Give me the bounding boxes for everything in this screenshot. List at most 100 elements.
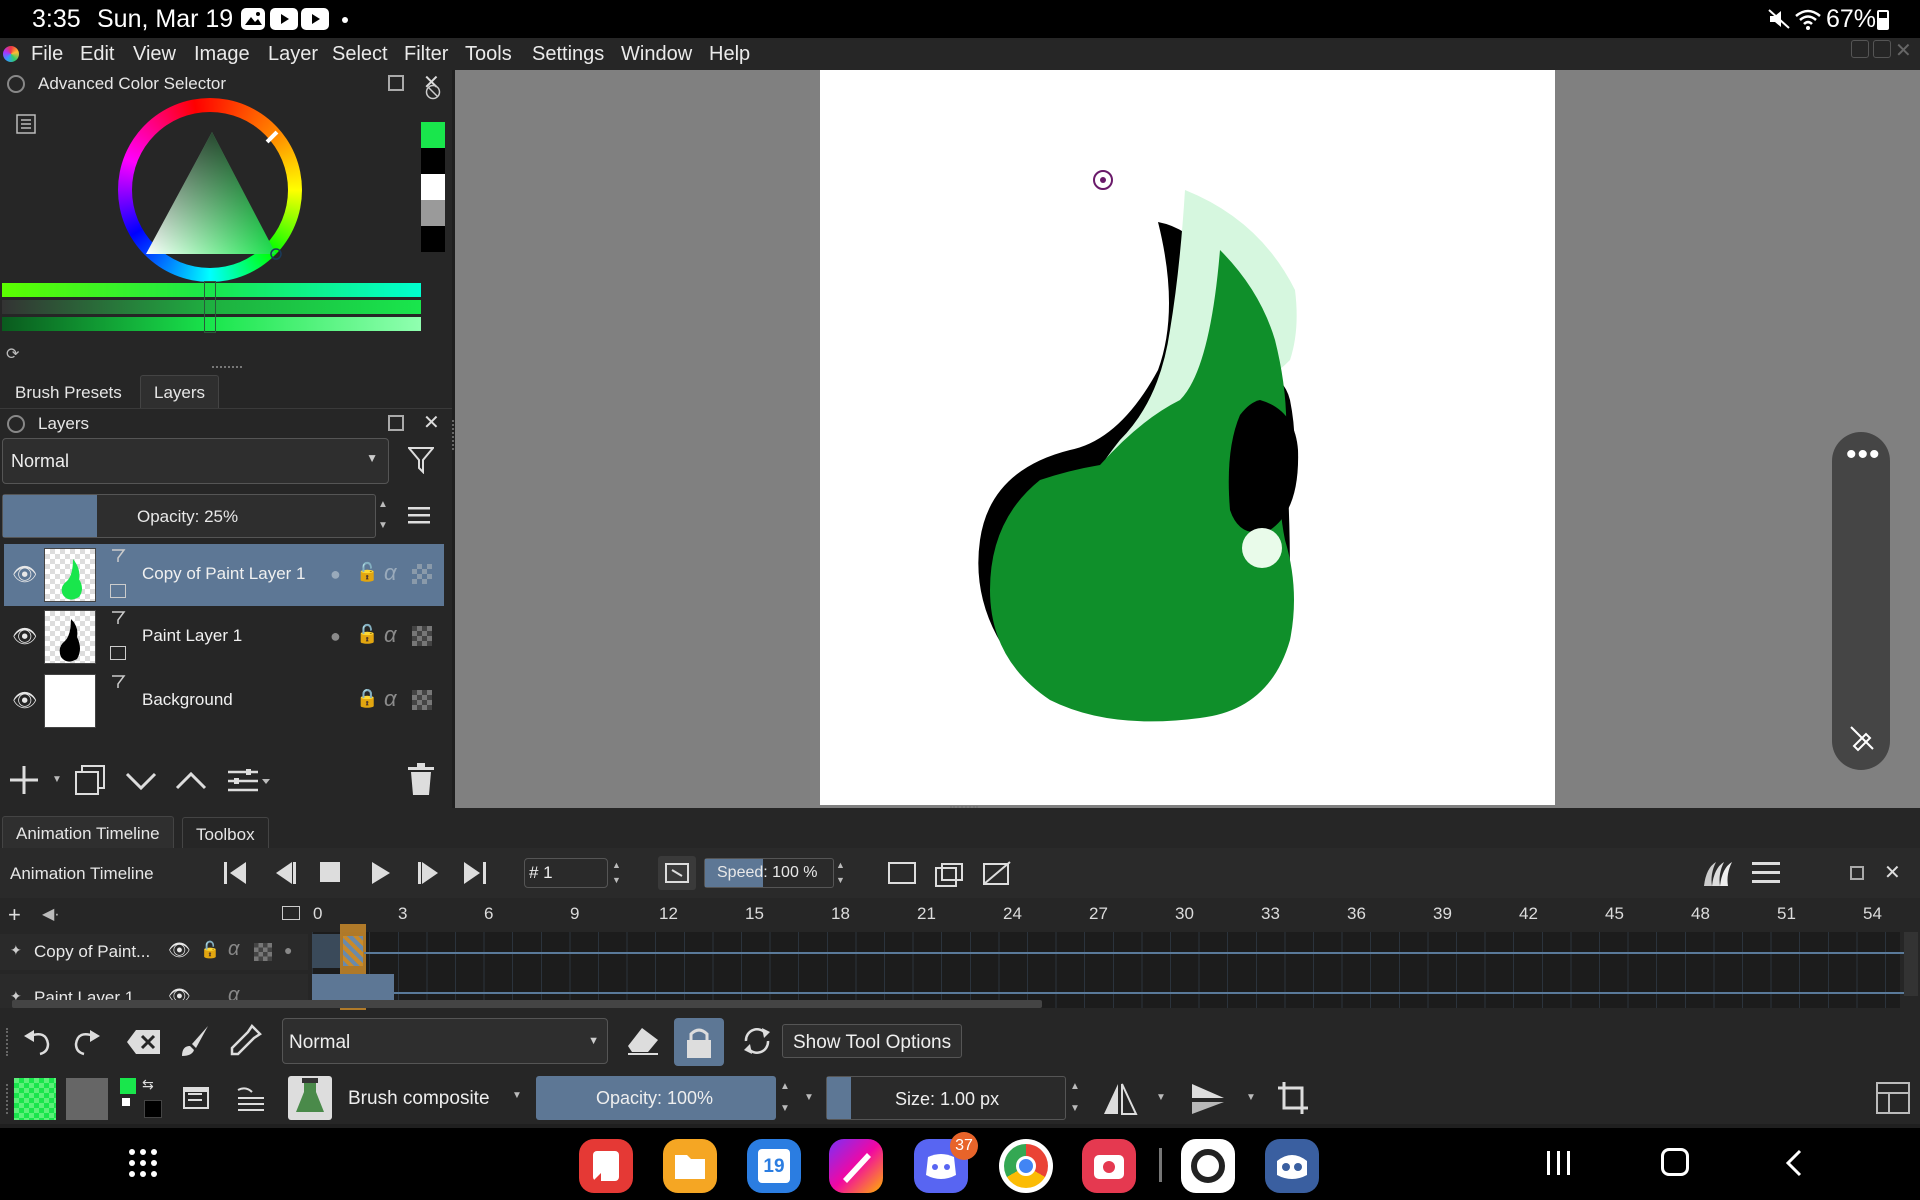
eraser-mode-icon[interactable]: [626, 1026, 660, 1056]
loop-toggle-icon[interactable]: [658, 856, 696, 890]
clear-icon[interactable]: [126, 1028, 162, 1056]
play-icon[interactable]: [368, 860, 394, 886]
last-frame-icon[interactable]: [462, 860, 488, 886]
clear-color-icon[interactable]: [425, 84, 441, 100]
pen-off-icon[interactable]: [1848, 724, 1876, 752]
preset-dropdown-icon[interactable]: ▼: [512, 1090, 522, 1101]
refresh-icon[interactable]: ⟳: [6, 344, 19, 364]
layer-row-copy-of-paint-layer-1[interactable]: 👁 Copy of Paint Layer 1 ● 🔓 α: [4, 544, 444, 606]
layer-row-background[interactable]: 👁 Background 🔒 α: [4, 670, 444, 732]
layer-blend-mode-select[interactable]: Normal ▼: [2, 438, 389, 484]
locked-icon[interactable]: 🔒: [356, 688, 378, 709]
frame-grid[interactable]: [312, 932, 1900, 1008]
recent-app-icon[interactable]: [1181, 1139, 1235, 1193]
swatch-black-2[interactable]: [421, 226, 445, 252]
track-visibility-icon[interactable]: 👁: [168, 940, 191, 961]
visibility-eye-icon[interactable]: 👁: [12, 624, 37, 649]
keyframe-cell[interactable]: [312, 934, 340, 968]
track-lock-icon[interactable]: 🔓: [200, 940, 220, 960]
zoom-fit-icon[interactable]: [282, 906, 300, 920]
mirror-h-dropdown-icon[interactable]: ▼: [1156, 1092, 1166, 1103]
menu-help[interactable]: Help: [709, 43, 750, 66]
add-layer-icon[interactable]: [6, 762, 42, 798]
active-keyframe[interactable]: [343, 936, 363, 966]
gradient-pattern-swatch[interactable]: [14, 1078, 56, 1120]
app-drawer-icon[interactable]: [128, 1148, 158, 1178]
alpha-lock-icon[interactable]: α: [384, 686, 397, 712]
toolbar-handle[interactable]: [6, 1084, 10, 1114]
current-frame-input[interactable]: # 1: [524, 858, 608, 888]
add-layer-menu-icon[interactable]: ▼: [52, 774, 62, 785]
previous-frame-icon[interactable]: [272, 860, 298, 886]
opacity-spin-icon[interactable]: ▲ ▼: [378, 494, 388, 536]
screen-recorder-app-icon[interactable]: [1082, 1139, 1136, 1193]
duplicate-layer-icon[interactable]: [74, 764, 108, 796]
layer-properties-icon[interactable]: [110, 548, 126, 564]
splitter-handle[interactable]: [212, 366, 242, 370]
layer-name[interactable]: Copy of Paint Layer 1: [142, 564, 305, 584]
track-onion-icon[interactable]: ●: [284, 942, 292, 958]
close-layers-icon[interactable]: ✕: [423, 410, 440, 435]
layer-properties-icon[interactable]: [110, 674, 126, 690]
menu-view[interactable]: View: [133, 43, 176, 66]
menu-filter[interactable]: Filter: [404, 43, 448, 66]
restore-icon[interactable]: [1873, 40, 1891, 58]
layer-properties-icon[interactable]: [110, 610, 126, 626]
swap-colors-icon[interactable]: ⇆: [142, 1076, 154, 1093]
chrome-app-icon[interactable]: [999, 1139, 1053, 1193]
opacity-spin-icon[interactable]: ▲ ▼: [780, 1076, 790, 1120]
tab-toolbox[interactable]: Toolbox: [182, 817, 269, 852]
add-track-icon[interactable]: +: [8, 902, 21, 928]
float-docker-icon[interactable]: [388, 75, 404, 91]
track-header-copy[interactable]: ✦ Copy of Paint... 👁 🔓 α ●: [0, 934, 308, 970]
brush-blend-mode-select[interactable]: Normal ▼: [282, 1018, 608, 1064]
foreground-color[interactable]: [120, 1078, 136, 1094]
toggle-docker-icon[interactable]: [1876, 1082, 1910, 1114]
layer-row-paint-layer-1[interactable]: 👁 Paint Layer 1 ● 🔓 α: [4, 606, 444, 668]
menu-tools[interactable]: Tools: [465, 43, 512, 66]
selector-settings-icon[interactable]: [16, 114, 36, 134]
swatch-green[interactable]: [421, 122, 445, 148]
pin-icon[interactable]: ✦: [10, 942, 22, 959]
menu-edit[interactable]: Edit: [80, 43, 114, 66]
layer-opacity-slider[interactable]: Opacity: 25%: [2, 494, 376, 538]
brush-preset-thumbnail[interactable]: [288, 1076, 332, 1120]
delete-layer-icon[interactable]: [406, 762, 436, 796]
eyedropper-icon[interactable]: [228, 1024, 262, 1058]
menu-settings[interactable]: Settings: [532, 43, 604, 66]
drawing-canvas[interactable]: [820, 70, 1555, 805]
redo-icon[interactable]: [72, 1026, 102, 1056]
frame-spin-icon[interactable]: ▲ ▼: [612, 858, 621, 888]
menu-image[interactable]: Image: [194, 43, 250, 66]
menu-select[interactable]: Select: [332, 43, 388, 66]
back-button-icon[interactable]: [1782, 1148, 1806, 1178]
slider-handles[interactable]: [204, 281, 216, 333]
audio-icon[interactable]: ◀·: [42, 904, 60, 924]
minimize-icon[interactable]: [1851, 40, 1869, 58]
swatch-black[interactable]: [421, 148, 445, 174]
lock-icon[interactable]: 🔓: [356, 562, 378, 583]
layer-name[interactable]: Paint Layer 1: [142, 626, 242, 646]
brush-opacity-slider[interactable]: Opacity: 100%: [536, 1076, 776, 1120]
godot-app-icon[interactable]: [1265, 1139, 1319, 1193]
undo-icon[interactable]: [22, 1026, 52, 1056]
move-layer-down-icon[interactable]: [124, 770, 158, 792]
float-layers-icon[interactable]: [388, 415, 404, 431]
mirror-v-dropdown-icon[interactable]: ▼: [1246, 1092, 1256, 1103]
notes-app-icon[interactable]: [579, 1139, 633, 1193]
alpha-inherit-icon[interactable]: [412, 690, 432, 710]
brush-icon[interactable]: [178, 1024, 212, 1058]
home-button-icon[interactable]: [1661, 1148, 1689, 1176]
preserve-alpha-toggle[interactable]: [674, 1018, 724, 1066]
onion-skins-icon[interactable]: [934, 860, 966, 888]
menu-window[interactable]: Window: [621, 43, 692, 66]
menu-layer[interactable]: Layer: [268, 43, 318, 66]
playback-speed-slider[interactable]: Speed: 100 %: [704, 858, 834, 888]
mirror-vertical-icon[interactable]: [1190, 1082, 1226, 1116]
krita-app-icon[interactable]: [829, 1139, 883, 1193]
inherit-alpha-bulb-icon[interactable]: ●: [330, 626, 341, 647]
onion-skin-panel-icon[interactable]: [1700, 858, 1734, 888]
first-frame-icon[interactable]: [222, 860, 248, 886]
track-alpha-inherit-icon[interactable]: [254, 943, 272, 961]
move-layer-up-icon[interactable]: [174, 770, 208, 792]
